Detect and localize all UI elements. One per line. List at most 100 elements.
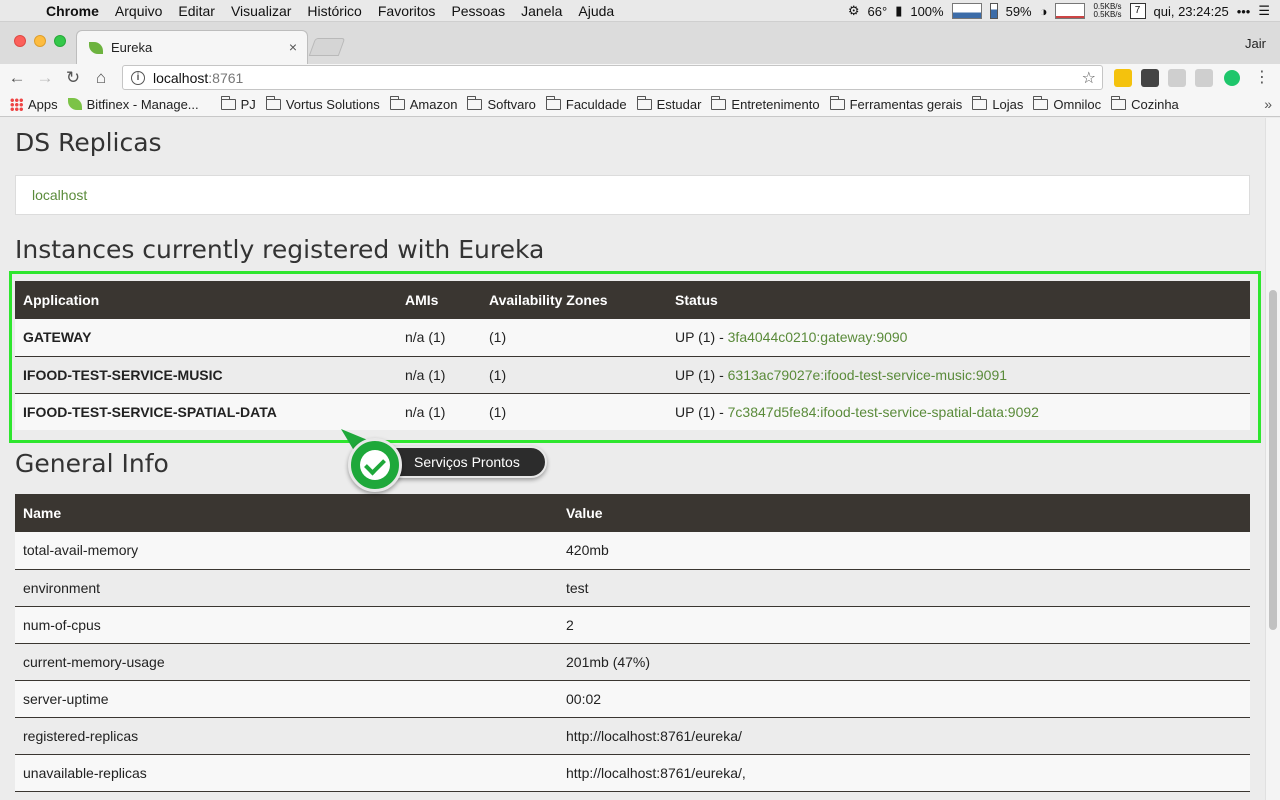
bookmark-label: Lojas — [992, 96, 1024, 112]
menu-editar[interactable]: Editar — [170, 3, 223, 19]
table-row: total-avail-memory 420mb — [15, 532, 1250, 570]
evernote-icon[interactable] — [1224, 70, 1240, 86]
column-header: Value — [558, 494, 1250, 532]
home-icon[interactable]: ⌂ — [90, 67, 112, 89]
bookmarks-overflow-icon[interactable]: » — [1264, 96, 1272, 112]
menu-janela[interactable]: Janela — [513, 3, 570, 19]
bookmark-folder-lojas[interactable]: Lojas — [972, 95, 1024, 112]
extension-notes-icon[interactable] — [1114, 69, 1132, 87]
bookmark-label: Vortus Solutions — [285, 96, 380, 112]
url-host: localhost — [153, 69, 209, 86]
info-value: http://localhost:8761/eureka/, — [558, 754, 1250, 792]
bookmarks-bar: Apps Bitfinex - Manage... PJ Vortus Solu… — [0, 92, 1280, 117]
macos-menubar: Chrome Arquivo Editar Visualizar Históri… — [0, 0, 1280, 22]
bookmark-label: Entretenimento — [731, 96, 820, 112]
bookmark-folder-pj[interactable]: PJ — [220, 95, 256, 112]
bookmark-folder-omniloc[interactable]: Omniloc — [1033, 95, 1102, 112]
menu-arquivo[interactable]: Arquivo — [107, 3, 170, 19]
close-window-button[interactable] — [14, 35, 26, 47]
bookmark-folder-softvaro[interactable]: Softvaro — [467, 95, 536, 112]
network-graph-icon[interactable] — [1055, 3, 1086, 19]
highlight-box — [9, 271, 1261, 443]
bookmark-folder-ferramentas[interactable]: Ferramentas gerais — [829, 95, 962, 112]
address-bar[interactable]: i localhost:8761 ☆ — [122, 65, 1103, 90]
table-row: registered-replicas http://localhost:8761… — [15, 717, 1250, 755]
battery-readout: 100% — [910, 3, 944, 19]
bookmark-label: Faculdade — [565, 96, 627, 112]
scrollbar-thumb[interactable] — [1269, 290, 1277, 630]
bookmark-folder-estudar[interactable]: Estudar — [636, 95, 701, 112]
bookmark-label: Omniloc — [1053, 96, 1102, 112]
menu-ajuda[interactable]: Ajuda — [570, 3, 622, 19]
checkmark-icon — [360, 450, 390, 480]
info-value: 2 — [558, 606, 1250, 644]
info-value: 201mb (47%) — [558, 643, 1250, 681]
gear-icon[interactable]: ⚙ — [848, 3, 860, 19]
close-tab-icon[interactable]: × — [289, 39, 297, 55]
apps-grid-icon — [10, 97, 23, 111]
pocket-icon[interactable] — [1141, 69, 1159, 87]
memory-bar-icon[interactable] — [989, 3, 998, 19]
back-arrow-icon[interactable]: ← — [6, 67, 28, 89]
info-name: environment — [15, 569, 558, 607]
app-menu[interactable]: Chrome — [40, 3, 107, 19]
bookmark-bitfinex[interactable]: Bitfinex - Manage... — [67, 96, 199, 112]
info-icon[interactable]: i — [131, 70, 145, 85]
bookmark-folder-amazon[interactable]: Amazon — [389, 95, 457, 112]
bookmark-folder-vortus[interactable]: Vortus Solutions — [265, 95, 380, 112]
dropbox-icon[interactable] — [1195, 69, 1213, 87]
notification-list-icon[interactable]: ☰ — [1258, 3, 1270, 19]
table-row: environment test — [15, 569, 1250, 607]
tab-eureka[interactable]: Eureka × — [76, 30, 308, 64]
table-header-row: Name Value — [15, 494, 1250, 532]
memory-readout: 59% — [1005, 3, 1032, 19]
menu-pessoas[interactable]: Pessoas — [443, 3, 513, 19]
info-name: server-uptime — [15, 680, 558, 718]
bookmark-star-icon[interactable]: ☆ — [1082, 68, 1096, 88]
clock[interactable]: qui, 23:24:25 — [1154, 4, 1229, 19]
callout-label: Serviços Prontos — [414, 454, 520, 470]
bookmark-folder-entretenimento[interactable]: Entretenimento — [711, 95, 820, 112]
info-name: registered-replicas — [15, 717, 558, 755]
bitfinex-leaf-icon — [67, 98, 82, 110]
reload-icon[interactable]: ↻ — [62, 67, 84, 89]
minimize-window-button[interactable] — [34, 35, 46, 47]
general-info-table: Name Value total-avail-memory 420mb envir… — [15, 494, 1250, 792]
vertical-scrollbar[interactable] — [1265, 118, 1280, 800]
folder-icon — [972, 95, 988, 110]
battery-icon[interactable]: ▮ — [895, 3, 902, 19]
chrome-menu-icon[interactable]: ⋮ — [1254, 67, 1270, 87]
folder-icon — [545, 95, 561, 110]
profile-button[interactable]: Jair — [1245, 36, 1266, 51]
ds-replicas-box: localhost — [15, 175, 1250, 215]
table-row: num-of-cpus 2 — [15, 606, 1250, 644]
bookmark-label: Bitfinex - Manage... — [86, 96, 199, 112]
folder-icon — [265, 95, 281, 110]
menu-historico[interactable]: Histórico — [299, 3, 369, 19]
menu-favoritos[interactable]: Favoritos — [370, 3, 444, 19]
bookmark-folder-faculdade[interactable]: Faculdade — [545, 95, 627, 112]
info-value: 420mb — [558, 532, 1250, 570]
bookmark-apps[interactable]: Apps — [10, 97, 58, 112]
bookmark-folder-cozinha[interactable]: Cozinha — [1111, 95, 1179, 112]
disk-pie-icon[interactable]: ◑ — [1040, 4, 1048, 19]
ds-replicas-title: DS Replicas — [15, 128, 162, 157]
info-name: unavailable-replicas — [15, 754, 558, 792]
info-name: current-memory-usage — [15, 643, 558, 681]
callout-badge — [348, 438, 402, 492]
forward-arrow-icon[interactable]: → — [34, 67, 56, 89]
table-row: current-memory-usage 201mb (47%) — [15, 643, 1250, 681]
cpu-graph-icon[interactable] — [951, 3, 982, 19]
browser-toolbar: ← → ↻ ⌂ i localhost:8761 ☆ ⋮ — [0, 64, 1280, 92]
tab-title: Eureka — [111, 40, 153, 55]
drive-icon[interactable] — [1168, 69, 1186, 87]
new-tab-button[interactable] — [308, 38, 346, 56]
url-port: :8761 — [208, 69, 244, 86]
ds-replica-link[interactable]: localhost — [32, 187, 87, 203]
net-down-readout: 0.5KB/s — [1093, 10, 1122, 19]
menu-visualizar[interactable]: Visualizar — [223, 3, 299, 19]
zoom-window-button[interactable] — [54, 35, 66, 47]
more-dots-icon[interactable]: ••• — [1237, 4, 1251, 19]
calendar-icon[interactable]: 7 — [1129, 3, 1146, 19]
folder-icon — [220, 95, 236, 110]
